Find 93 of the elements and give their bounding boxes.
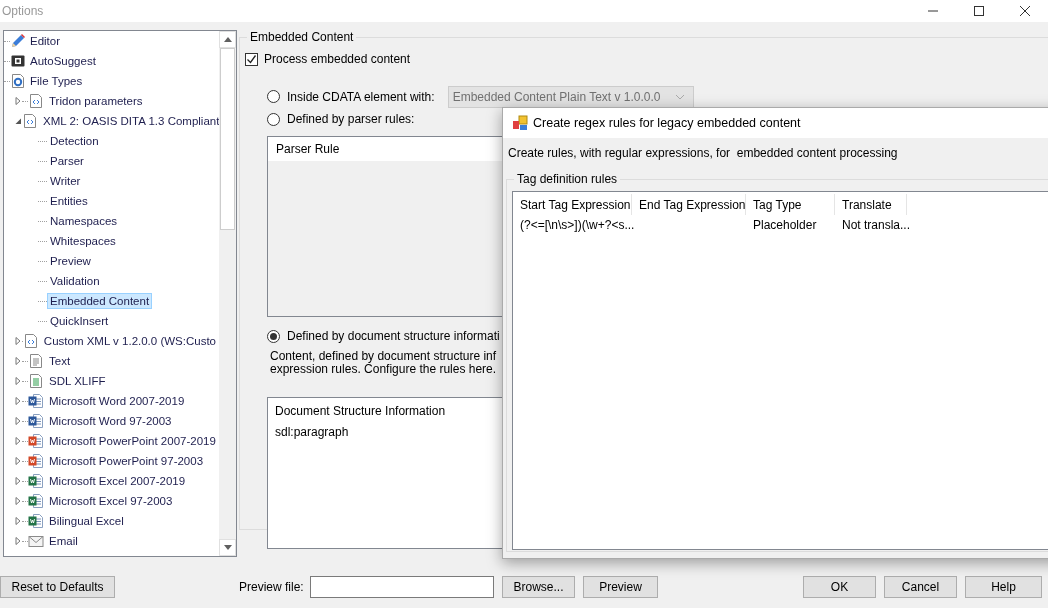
window-icon (10, 53, 26, 69)
tree-item[interactable]: File Types (27, 73, 86, 89)
tree-item[interactable]: Detection (47, 133, 102, 149)
code-document-icon (28, 93, 44, 109)
tree-item[interactable]: Microsoft Excel 97-2003 (46, 493, 176, 509)
radio-button[interactable] (267, 329, 280, 343)
checkbox-label: Process embedded content (264, 52, 411, 66)
collapse-icon[interactable] (14, 117, 22, 125)
spreadsheet-file-icon (28, 493, 44, 509)
tree-item[interactable]: Microsoft PowerPoint 97-2003 (46, 453, 207, 469)
expand-icon[interactable] (14, 497, 22, 505)
field-label: Preview file: (239, 579, 305, 596)
tree-item[interactable]: Microsoft Word 97-2003 (46, 413, 175, 429)
tree-item[interactable]: Microsoft PowerPoint 2007-2019 (46, 433, 219, 449)
code-document-icon (22, 333, 39, 349)
tree-item[interactable]: Embedded Content (47, 293, 153, 309)
radio-label: Inside CDATA element with: (287, 89, 435, 104)
tree-item[interactable]: QuickInsert (47, 313, 112, 329)
doc-file-icon (28, 393, 44, 409)
column-header[interactable]: Tag Type (746, 194, 835, 215)
dialog-description: Create rules, with regular expressions, for embedded content processing (508, 146, 899, 160)
input-field[interactable] (310, 576, 494, 598)
tree-item[interactable]: Custom XML v 1.2.0.0 (WS:Custo (40, 333, 219, 349)
slides-file-icon (28, 453, 44, 469)
tree-item[interactable]: Namespaces (47, 213, 121, 229)
tree-item[interactable]: Tridon parameters (46, 93, 146, 109)
column-header[interactable]: Parser Rule (276, 142, 340, 156)
expand-icon[interactable] (14, 337, 22, 345)
expand-icon[interactable] (14, 417, 22, 425)
radio-label: Defined by document structure informati (287, 329, 500, 343)
dialog-button[interactable]: OK (803, 576, 876, 598)
expand-icon[interactable] (14, 477, 22, 485)
scroll-up-button[interactable] (219, 31, 236, 48)
tree-item[interactable]: Bilingual Excel (46, 513, 127, 529)
tree-item[interactable]: Whitespaces (47, 233, 119, 249)
preview-button[interactable]: Preview (583, 576, 658, 598)
tree-item[interactable]: SDL XLIFF (46, 373, 109, 389)
column-header[interactable]: Start Tag Expression (513, 194, 632, 215)
radio-label: Defined by parser rules: (287, 112, 415, 126)
slides-file-icon (28, 433, 44, 449)
radio-button[interactable] (267, 112, 280, 126)
expand-icon[interactable] (14, 437, 22, 445)
expand-icon[interactable] (14, 357, 22, 365)
scrollbar-thumb[interactable] (220, 48, 235, 230)
gear-document-icon (10, 73, 26, 89)
expand-icon[interactable] (14, 537, 22, 545)
group-title: Embedded Content (249, 30, 355, 44)
tree-item[interactable]: Preview (47, 253, 94, 269)
tree-item[interactable]: Parser (47, 153, 87, 169)
reset-button[interactable]: Reset to Defaults (0, 576, 115, 598)
dialog-title: Create regex rules for legacy embedded content (533, 116, 801, 130)
tree-item[interactable]: Text (46, 353, 74, 369)
expand-icon[interactable] (14, 517, 22, 525)
tree-item[interactable]: XML 2: OASIS DITA 1.3 Compliant (40, 113, 219, 129)
tree-item[interactable]: Writer (47, 173, 84, 189)
scroll-down-button[interactable] (219, 539, 236, 556)
table-cell: Placeholder (753, 218, 817, 232)
radio-button[interactable] (267, 90, 280, 103)
tree-item[interactable]: Microsoft Word 2007-2019 (46, 393, 188, 409)
expand-icon[interactable] (14, 397, 22, 405)
caret-down-icon (223, 545, 232, 550)
tree-item[interactable]: Entities (47, 193, 91, 209)
list-document-icon (28, 373, 44, 389)
dialog-icon (512, 115, 528, 131)
checkbox[interactable] (245, 52, 258, 66)
table-cell: (?<=[\n\s>])(\w+?<s... (520, 218, 635, 232)
tree-item[interactable]: Validation (47, 273, 103, 289)
column-header[interactable]: Translate (835, 194, 907, 215)
description-text: Content, defined by document structure inf expression rules. Configure the rules here. (270, 350, 498, 376)
text-document-icon (28, 353, 44, 369)
group-title: Tag definition rules (516, 172, 619, 186)
window-title: Options (2, 4, 44, 18)
pencil-icon (10, 33, 26, 49)
caret-up-icon (223, 37, 232, 42)
browse-button[interactable]: Browse... (502, 576, 575, 598)
expand-icon[interactable] (14, 457, 22, 465)
chevron-down-icon (674, 93, 685, 100)
expand-icon[interactable] (14, 97, 22, 105)
dialog-button[interactable]: Cancel (884, 576, 957, 598)
tree-item[interactable]: Email (46, 533, 81, 549)
column-header[interactable]: Document Structure Information (275, 404, 446, 418)
expand-icon[interactable] (14, 377, 22, 385)
tree-item[interactable]: AutoSuggest (27, 53, 99, 69)
doc-file-icon (28, 413, 44, 429)
dialog-button[interactable]: Help (965, 576, 1042, 598)
tree-item[interactable]: Microsoft Excel 2007-2019 (46, 473, 189, 489)
spreadsheet-file-icon (28, 513, 44, 529)
tree-item[interactable]: Editor (27, 33, 64, 49)
envelope-icon (28, 533, 44, 549)
column-header[interactable]: End Tag Expression (632, 194, 746, 215)
table-cell: Not transla... (842, 218, 911, 232)
code-document-icon (22, 113, 38, 129)
spreadsheet-file-icon (28, 473, 44, 489)
